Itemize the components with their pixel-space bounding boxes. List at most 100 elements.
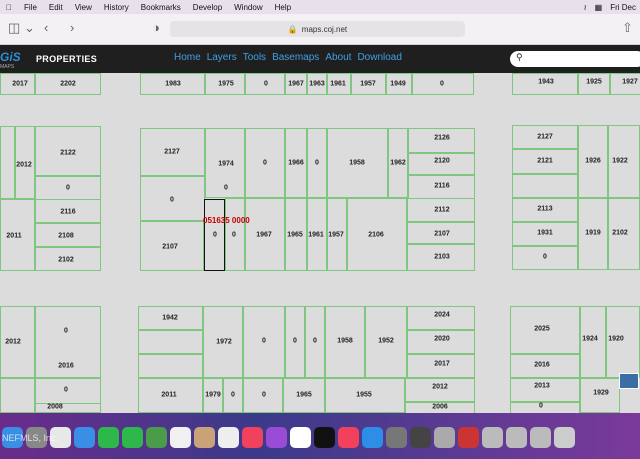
parcel-map[interactable]: 051635 0000 2017 2202 1983 1975 0 1967 1963 196… xyxy=(0,73,640,413)
parcel-number: 0 xyxy=(170,196,174,204)
parcel-number: 2020 xyxy=(434,335,450,343)
music-icon[interactable] xyxy=(242,427,263,448)
parcel-number: 2102 xyxy=(58,256,74,264)
parcel-boundary[interactable] xyxy=(510,402,580,413)
parcel-number: 1922 xyxy=(612,157,628,165)
parcel-number: 0 xyxy=(231,391,235,399)
parcel-number: 2107 xyxy=(162,243,178,251)
parcel-number: 1942 xyxy=(162,314,178,322)
parcel-number: 2107 xyxy=(434,230,450,238)
privacy-shield-icon[interactable]: ◑ xyxy=(152,20,160,35)
parcel-number: 0 xyxy=(313,337,317,345)
tv-icon[interactable] xyxy=(314,427,335,448)
chevron-down-icon[interactable]: ⌄ xyxy=(24,20,35,36)
nav-home[interactable]: Home xyxy=(174,52,201,63)
app-store-icon[interactable] xyxy=(362,427,383,448)
reminders-icon[interactable] xyxy=(218,427,239,448)
menu-history[interactable]: History xyxy=(98,3,135,12)
menu-window[interactable]: Window xyxy=(228,3,268,12)
parcel-number: 1975 xyxy=(218,80,234,88)
window-thumbnail-icon[interactable] xyxy=(530,427,551,448)
parcel-boundary[interactable] xyxy=(0,126,15,199)
parcel-number: 0 xyxy=(64,386,68,394)
parcel-number: 1967 xyxy=(288,80,304,88)
podcasts-icon[interactable] xyxy=(266,427,287,448)
parcel-number: 0 xyxy=(224,184,228,192)
nav-tools[interactable]: Tools xyxy=(243,52,266,63)
parcel-number: 2202 xyxy=(60,80,76,88)
parcel-number: 0 xyxy=(264,80,268,88)
preview-icon[interactable] xyxy=(434,427,455,448)
menu-help[interactable]: Help xyxy=(269,3,297,12)
parcel-number: 2016 xyxy=(534,361,550,369)
contacts-icon[interactable] xyxy=(194,427,215,448)
address-bar[interactable]: 🔒 maps.coj.net xyxy=(170,21,465,37)
parcel-number: 1931 xyxy=(537,229,553,237)
browser-toolbar: ◫ ⌄ ‹ › ◑ 🔒 maps.coj.net ⇧ xyxy=(0,14,640,45)
search-input[interactable]: ⚲ xyxy=(510,51,640,67)
mail-icon[interactable] xyxy=(74,427,95,448)
control-center-icon[interactable]: ▦ xyxy=(595,3,603,12)
nav-basemaps[interactable]: Basemaps xyxy=(272,52,319,63)
parcel-number: 2116 xyxy=(434,182,450,190)
facetime-icon[interactable] xyxy=(98,427,119,448)
parcel-number: 1919 xyxy=(585,229,601,237)
share-icon[interactable]: ⇧ xyxy=(622,20,633,36)
parcel-number: 0 xyxy=(539,402,543,410)
menu-bookmarks[interactable]: Bookmarks xyxy=(135,3,187,12)
parcel-number: 1949 xyxy=(390,80,406,88)
gis-logo-subtitle: MAPS xyxy=(0,64,15,70)
nav-layers[interactable]: Layers xyxy=(207,52,237,63)
nav-about[interactable]: About xyxy=(325,52,351,63)
parcel-boundary[interactable] xyxy=(0,378,35,413)
parcel-number: 0 xyxy=(213,231,217,239)
maps-icon[interactable] xyxy=(146,427,167,448)
wifi-icon[interactable]: ≀ xyxy=(584,3,587,12)
photos-icon[interactable] xyxy=(170,427,191,448)
parcel-number: 2012 xyxy=(5,338,21,346)
parcel-number: 1965 xyxy=(296,391,312,399)
menu-develop[interactable]: Develop xyxy=(187,3,228,12)
parcel-number: 2127 xyxy=(164,148,180,156)
menu-view[interactable]: View xyxy=(69,3,98,12)
forward-icon[interactable]: › xyxy=(70,20,74,35)
window-thumbnail-icon[interactable] xyxy=(506,427,527,448)
gis-logo[interactable]: GiS xyxy=(0,50,21,64)
window-thumbnail-icon[interactable] xyxy=(482,427,503,448)
parcel-number: 1924 xyxy=(582,335,598,343)
parcel-number: 1952 xyxy=(378,337,394,345)
parcel-number: 1966 xyxy=(288,159,304,167)
parcel-number: 0 xyxy=(262,391,266,399)
back-icon[interactable]: ‹ xyxy=(44,20,48,35)
parcel-number: 2106 xyxy=(368,231,384,239)
messages-icon[interactable] xyxy=(122,427,143,448)
weather-icon[interactable] xyxy=(410,427,431,448)
map-thumbnail-icon[interactable] xyxy=(619,373,639,389)
parcel-boundary[interactable] xyxy=(138,330,203,354)
parcel-number: 0 xyxy=(232,231,236,239)
parcel-boundary[interactable] xyxy=(35,378,101,413)
parcel-number: 2120 xyxy=(434,157,450,165)
parcel-number: 0 xyxy=(440,80,444,88)
menu-edit[interactable]: Edit xyxy=(43,3,69,12)
parcel-number: 2116 xyxy=(60,208,76,216)
brand-title: PROPERTIES xyxy=(36,54,98,64)
system-settings-icon[interactable] xyxy=(386,427,407,448)
sidebar-icon[interactable]: ◫ xyxy=(8,20,20,36)
photo-booth-icon[interactable] xyxy=(458,427,479,448)
parcel-number: 0 xyxy=(315,159,319,167)
apple-icon[interactable]:  xyxy=(0,3,18,12)
nav-download[interactable]: Download xyxy=(357,52,401,63)
parcel-number: 0 xyxy=(64,327,68,335)
parcel-number: 1965 xyxy=(287,231,303,239)
calendar-icon[interactable] xyxy=(290,427,311,448)
trash-icon[interactable] xyxy=(554,427,575,448)
parcel-boundary[interactable] xyxy=(138,354,203,378)
news-icon[interactable] xyxy=(338,427,359,448)
parcel-number: 1926 xyxy=(585,157,601,165)
lock-icon: 🔒 xyxy=(287,24,298,34)
clock[interactable]: Fri Dec xyxy=(610,3,636,12)
parcel-boundary[interactable] xyxy=(512,174,578,198)
parcel-number: 1983 xyxy=(165,80,181,88)
menu-file[interactable]: File xyxy=(18,3,43,12)
